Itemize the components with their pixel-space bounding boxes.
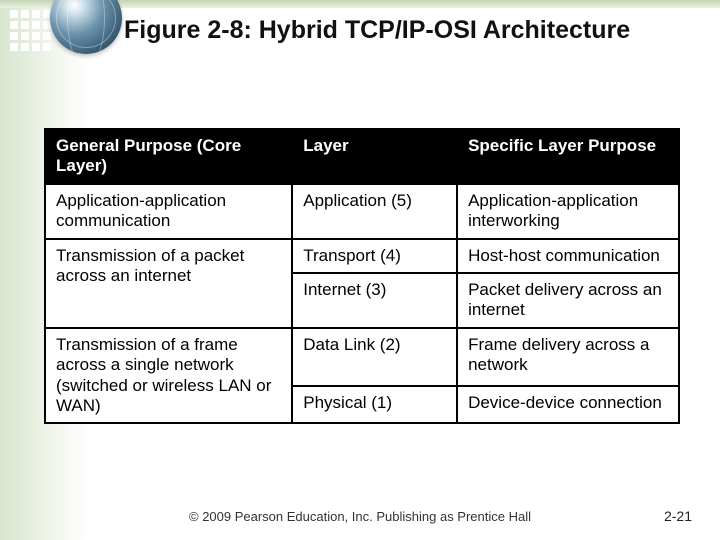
cell-spec-internet: Packet delivery across an internet [457,273,679,328]
cell-layer-transport: Transport (4) [292,239,457,273]
copyright-footer: © 2009 Pearson Education, Inc. Publishin… [0,509,720,524]
cell-spec-transport: Host-host communication [457,239,679,273]
table-row: Transmission of a packet across an inter… [45,239,679,273]
cell-layer-application: Application (5) [292,184,457,239]
cell-spec-physical: Device-device connection [457,386,679,423]
table-row: Application-application communication Ap… [45,184,679,239]
cell-gp-frame: Transmission of a frame across a single … [45,328,292,424]
cell-layer-physical: Physical (1) [292,386,457,423]
header-layer: Layer [292,129,457,184]
cell-gp-packet: Transmission of a packet across an inter… [45,239,292,328]
cell-layer-internet: Internet (3) [292,273,457,328]
header-general-purpose: General Purpose (Core Layer) [45,129,292,184]
cell-spec-application: Application-application interworking [457,184,679,239]
cell-layer-datalink: Data Link (2) [292,328,457,387]
architecture-table: General Purpose (Core Layer) Layer Speci… [44,128,680,424]
cell-gp-application: Application-application communication [45,184,292,239]
table-header-row: General Purpose (Core Layer) Layer Speci… [45,129,679,184]
slide-title: Figure 2-8: Hybrid TCP/IP-OSI Architectu… [124,16,708,45]
page-number: 2-21 [664,508,692,524]
grid-squares-decoration [10,10,51,51]
cell-spec-datalink: Frame delivery across a network [457,328,679,387]
table-row: Transmission of a frame across a single … [45,328,679,387]
header-specific-purpose: Specific Layer Purpose [457,129,679,184]
